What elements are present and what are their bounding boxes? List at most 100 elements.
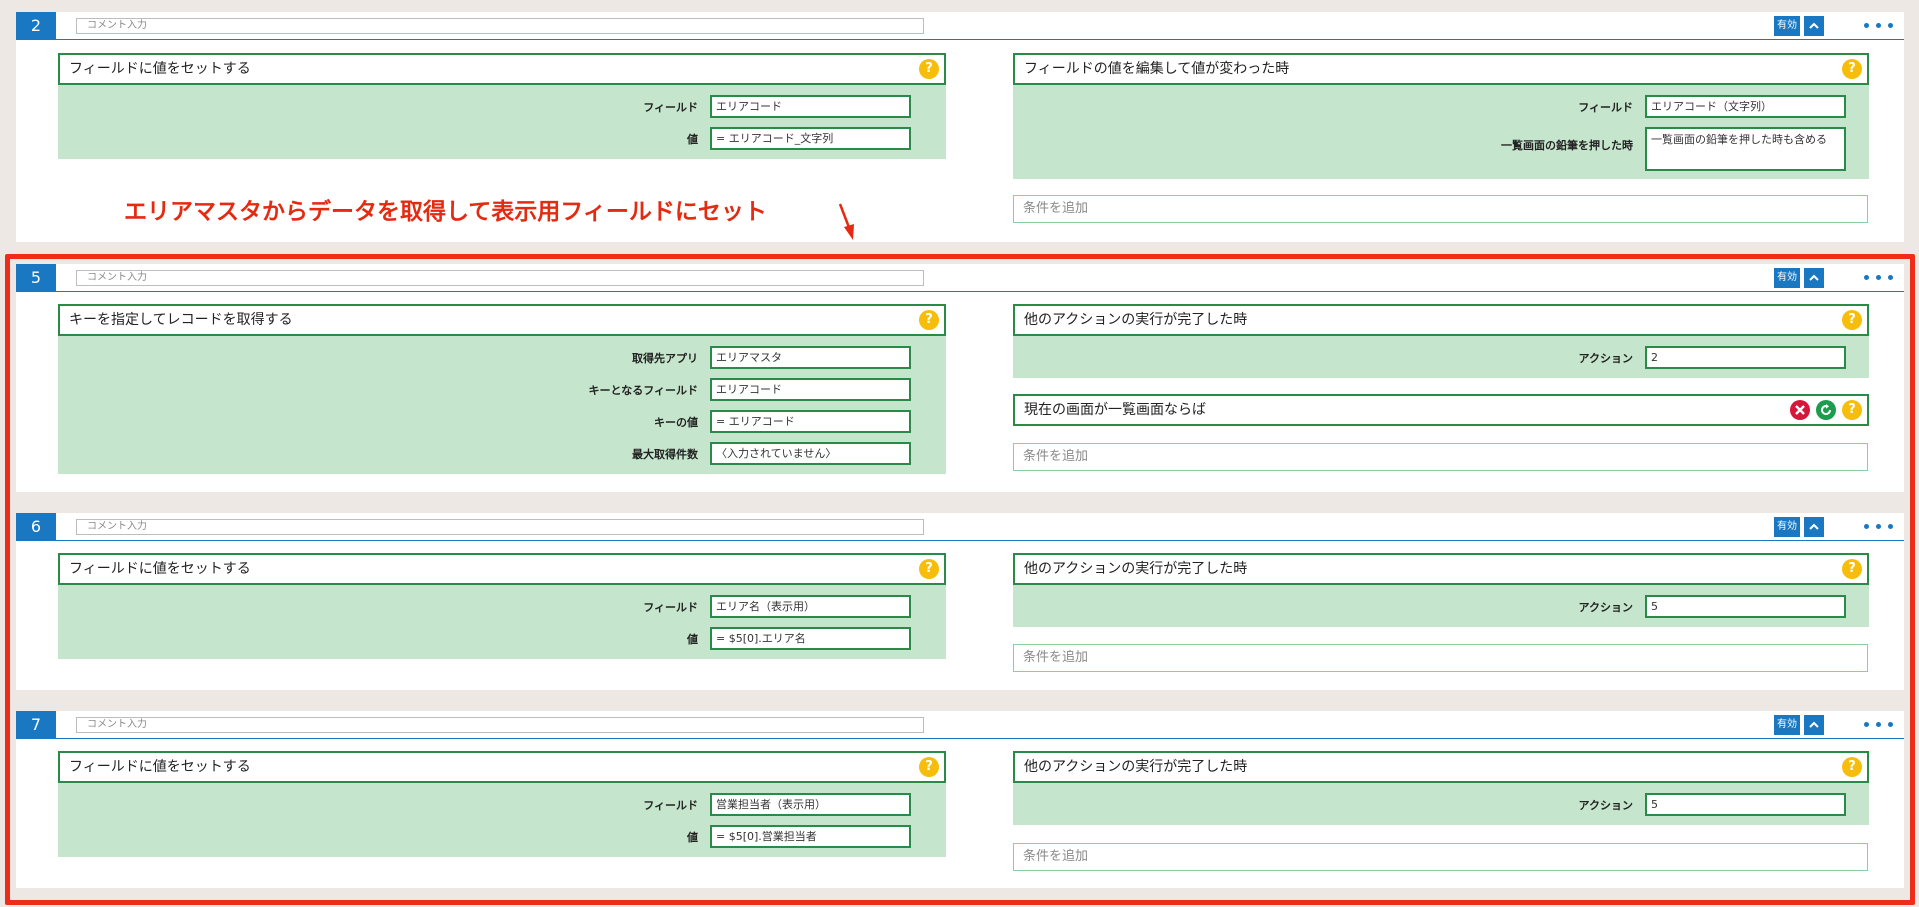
field-input[interactable]: エリアコード xyxy=(710,378,911,401)
enabled-toggle[interactable]: 有効 xyxy=(1774,16,1800,36)
collapse-button[interactable] xyxy=(1804,268,1824,288)
more-icon[interactable] xyxy=(1864,524,1894,530)
row-header: 7 コメント入力 有効 xyxy=(16,711,1904,739)
chevron-up-icon xyxy=(1809,22,1819,29)
field-input[interactable]: 一覧画面の鉛筆を押した時も含める xyxy=(1645,127,1846,171)
collapse-button[interactable] xyxy=(1804,715,1824,735)
rule-row: 5 コメント入力 有効 キーを指定してレコードを取得する? 取得先アプリ エリア… xyxy=(16,264,1904,492)
row-number: 2 xyxy=(16,12,56,40)
remove-icon[interactable] xyxy=(1790,400,1810,420)
annotation-arrow-icon xyxy=(838,203,854,240)
more-icon[interactable] xyxy=(1864,275,1894,281)
action-title: フィールドに値をセットする xyxy=(69,759,251,775)
field-label: アクション xyxy=(1578,601,1633,614)
action-header[interactable]: フィールドに値をセットする? xyxy=(58,53,946,85)
field-input[interactable]: エリアコード xyxy=(710,95,911,118)
annotation-text: エリアマスタからデータを取得して表示用フィールドにセット xyxy=(124,199,767,225)
help-icon[interactable]: ? xyxy=(1842,310,1862,330)
comment-input[interactable]: コメント入力 xyxy=(76,270,924,286)
field-input[interactable]: エリアコード（文字列） xyxy=(1645,95,1846,118)
field-label: 最大取得件数 xyxy=(632,448,698,461)
help-icon[interactable]: ? xyxy=(919,757,939,777)
collapse-button[interactable] xyxy=(1804,517,1824,537)
help-icon[interactable]: ? xyxy=(1842,757,1862,777)
enabled-toggle[interactable]: 有効 xyxy=(1774,517,1800,537)
field-label: キーとなるフィールド xyxy=(588,384,698,397)
help-icon[interactable]: ? xyxy=(919,559,939,579)
field-input[interactable]: = $5[0].営業担当者 xyxy=(710,825,911,848)
field-label: フィールド xyxy=(643,101,698,114)
field-label: キーの値 xyxy=(654,416,698,429)
extra-condition-header[interactable]: 現在の画面が一覧画面ならば ? xyxy=(1013,394,1869,426)
help-icon[interactable]: ? xyxy=(919,310,939,330)
field-input[interactable]: = エリアコード xyxy=(710,410,911,433)
condition-title: 他のアクションの実行が完了した時 xyxy=(1024,312,1248,328)
condition-header[interactable]: 他のアクションの実行が完了した時? xyxy=(1013,751,1869,783)
action-title: フィールドに値をセットする xyxy=(69,561,251,577)
rule-row: 6 コメント入力 有効 フィールドに値をセットする? フィールド エリア名（表示… xyxy=(16,513,1904,690)
enabled-toggle[interactable]: 有効 xyxy=(1774,268,1800,288)
enabled-toggle[interactable]: 有効 xyxy=(1774,715,1800,735)
action-title: フィールドに値をセットする xyxy=(69,61,251,77)
action-box: キーを指定してレコードを取得する? 取得先アプリ エリアマスタ キーとなるフィー… xyxy=(58,304,946,474)
chevron-up-icon xyxy=(1809,274,1819,281)
condition-box: フィールドの値を編集して値が変わった時? フィールド エリアコード（文字列） 一… xyxy=(1013,53,1869,179)
help-icon[interactable]: ? xyxy=(1842,559,1862,579)
condition-box: 他のアクションの実行が完了した時? アクション 5 xyxy=(1013,751,1869,825)
more-icon[interactable] xyxy=(1864,23,1894,29)
action-box: フィールドに値をセットする? フィールド 営業担当者（表示用） 値 = $5[0… xyxy=(58,751,946,857)
field-input[interactable]: = エリアコード_文字列 xyxy=(710,127,911,150)
condition-box: 他のアクションの実行が完了した時? アクション 2 xyxy=(1013,304,1869,378)
condition-header[interactable]: フィールドの値を編集して値が変わった時? xyxy=(1013,53,1869,85)
extra-condition-box: 現在の画面が一覧画面ならば ? xyxy=(1013,394,1869,426)
collapse-button[interactable] xyxy=(1804,16,1824,36)
comment-input[interactable]: コメント入力 xyxy=(76,18,924,34)
condition-box: 他のアクションの実行が完了した時? アクション 5 xyxy=(1013,553,1869,627)
condition-header[interactable]: 他のアクションの実行が完了した時? xyxy=(1013,304,1869,336)
action-header[interactable]: フィールドに値をセットする? xyxy=(58,553,946,585)
field-input[interactable]: 5 xyxy=(1645,595,1846,618)
chevron-up-icon xyxy=(1809,523,1819,530)
chevron-up-icon xyxy=(1809,721,1819,728)
field-label: 一覧画面の鉛筆を押した時 xyxy=(1501,139,1633,152)
row-header: 6 コメント入力 有効 xyxy=(16,513,1904,541)
add-condition-button[interactable]: 条件を追加 xyxy=(1013,644,1868,672)
action-box: フィールドに値をセットする? フィールド エリアコード 値 = エリアコード_文… xyxy=(58,53,946,159)
field-input[interactable]: 2 xyxy=(1645,346,1846,369)
field-label: フィールド xyxy=(1578,101,1633,114)
field-label: フィールド xyxy=(643,601,698,614)
action-title: キーを指定してレコードを取得する xyxy=(69,312,293,328)
row-header: 2 コメント入力 有効 xyxy=(16,12,1904,40)
row-number: 6 xyxy=(16,513,56,541)
field-input[interactable]: 営業担当者（表示用） xyxy=(710,793,911,816)
field-label: アクション xyxy=(1578,352,1633,365)
comment-input[interactable]: コメント入力 xyxy=(76,717,924,733)
action-box: フィールドに値をセットする? フィールド エリア名（表示用） 値 = $5[0]… xyxy=(58,553,946,659)
add-condition-button[interactable]: 条件を追加 xyxy=(1013,443,1868,471)
add-condition-button[interactable]: 条件を追加 xyxy=(1013,195,1868,223)
row-number: 5 xyxy=(16,264,56,292)
action-header[interactable]: フィールドに値をセットする? xyxy=(58,751,946,783)
help-icon[interactable]: ? xyxy=(1842,400,1862,420)
field-input[interactable]: エリアマスタ xyxy=(710,346,911,369)
action-header[interactable]: キーを指定してレコードを取得する? xyxy=(58,304,946,336)
field-label: 値 xyxy=(687,831,698,844)
comment-input[interactable]: コメント入力 xyxy=(76,519,924,535)
field-label: 値 xyxy=(687,633,698,646)
help-icon[interactable]: ? xyxy=(919,59,939,79)
field-label: アクション xyxy=(1578,799,1633,812)
more-icon[interactable] xyxy=(1864,722,1894,728)
field-input[interactable]: エリア名（表示用） xyxy=(710,595,911,618)
refresh-icon[interactable] xyxy=(1816,400,1836,420)
field-label: フィールド xyxy=(643,799,698,812)
condition-title: 他のアクションの実行が完了した時 xyxy=(1024,759,1248,775)
extra-condition-title: 現在の画面が一覧画面ならば xyxy=(1024,402,1206,418)
condition-header[interactable]: 他のアクションの実行が完了した時? xyxy=(1013,553,1869,585)
field-label: 取得先アプリ xyxy=(632,352,698,365)
field-label: 値 xyxy=(687,133,698,146)
add-condition-button[interactable]: 条件を追加 xyxy=(1013,843,1868,871)
field-input[interactable]: 5 xyxy=(1645,793,1846,816)
field-input[interactable]: 〈入力されていません〉 xyxy=(710,442,911,465)
help-icon[interactable]: ? xyxy=(1842,59,1862,79)
field-input[interactable]: = $5[0].エリア名 xyxy=(710,627,911,650)
